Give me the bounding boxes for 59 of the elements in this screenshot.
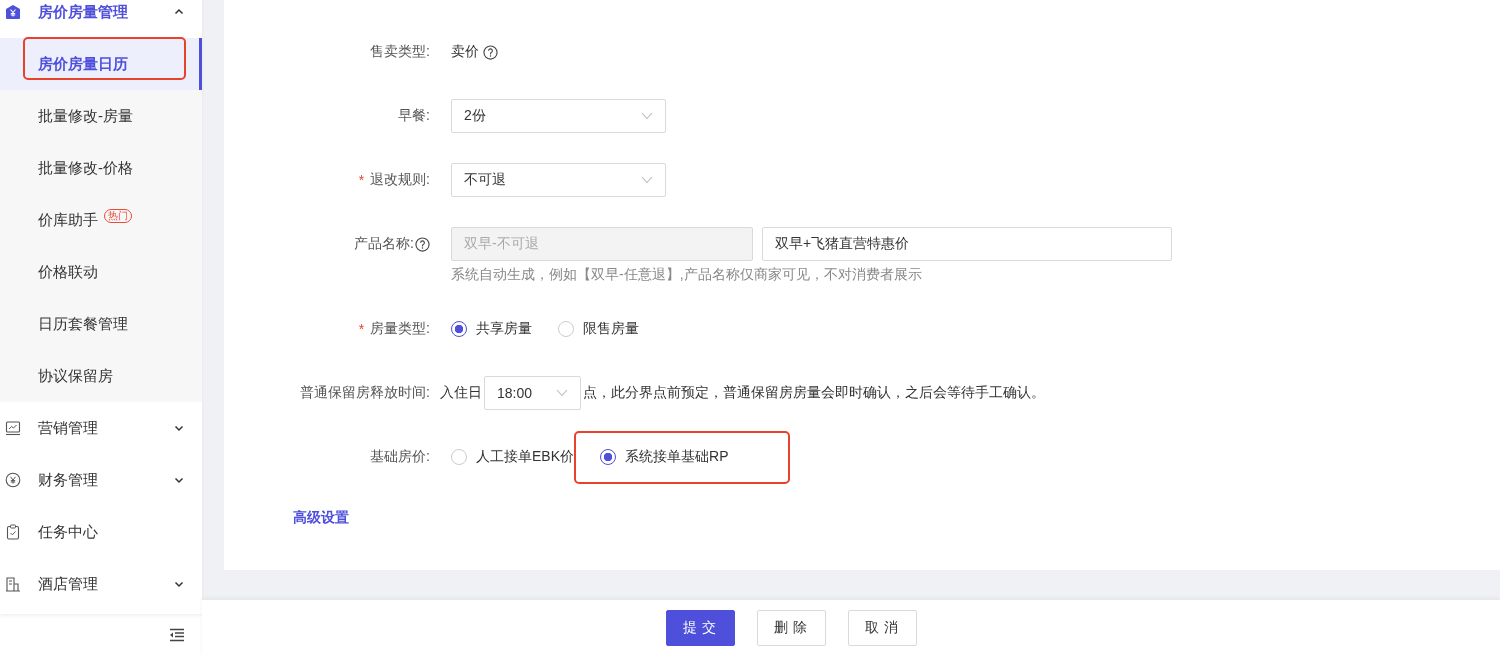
required-mark: *	[358, 172, 365, 188]
menu-item-label: 日历套餐管理	[38, 314, 128, 334]
radio-option[interactable]: 共享房量	[451, 312, 532, 346]
menu-item[interactable]: 房价房量日历	[0, 38, 202, 90]
chevron-up-icon	[174, 7, 184, 17]
time-select[interactable]: 18:00	[484, 376, 581, 410]
yen-circle-icon	[5, 472, 21, 488]
time-prefix: 入住日	[440, 384, 482, 402]
select-field[interactable]: 2份	[451, 99, 666, 133]
radio-option[interactable]: 系统接单基础RP	[574, 431, 791, 484]
menu-item[interactable]: 协议保留房	[0, 350, 202, 402]
menu-group[interactable]: 财务管理	[0, 454, 202, 506]
menu-item-label: 价库助手	[38, 210, 98, 230]
collapse-menu-icon[interactable]	[169, 628, 185, 642]
advanced-settings-link[interactable]: 高级设置	[293, 509, 349, 527]
action-button[interactable]: 删 除	[756, 610, 826, 646]
radio-button[interactable]	[451, 321, 467, 337]
field-hint: 系统自动生成，例如【双早-任意退】,产品名称仅商家可见，不对消费者展示	[451, 266, 923, 284]
radio-option[interactable]: 限售房量	[558, 312, 639, 346]
house-price-icon	[5, 4, 21, 20]
menu-item[interactable]: 批量修改-价格	[0, 142, 202, 194]
radio-option[interactable]: 人工接单EBK价	[451, 440, 574, 474]
clipboard-check-icon	[5, 524, 21, 540]
action-button[interactable]: 取 消	[847, 610, 917, 646]
chevron-down-icon	[174, 579, 184, 589]
field-label: 退改规则:	[370, 171, 430, 189]
menu-group[interactable]: 任务中心	[0, 506, 202, 558]
field-label: 房量类型:	[370, 320, 430, 338]
time-description: 点，此分界点前预定，普通保留房房量会即时确认，之后会等待手工确认。	[583, 384, 1045, 402]
field-label: 普通保留房释放时间:	[300, 384, 430, 402]
radio-button[interactable]	[600, 449, 616, 465]
auto-name-field: 双早-不可退	[451, 227, 753, 261]
chevron-down-icon	[174, 475, 184, 485]
menu-item-label: 价格联动	[38, 262, 98, 282]
menu-item[interactable]: 价库助手 热门	[0, 194, 202, 246]
menu-item-label: 批量修改-房量	[38, 106, 133, 126]
field-label: 早餐:	[398, 107, 430, 125]
menu-item[interactable]: 价格联动	[0, 246, 202, 298]
help-icon[interactable]	[483, 44, 498, 60]
chart-monitor-icon	[5, 420, 21, 436]
menu-item-label: 批量修改-价格	[38, 158, 133, 178]
submit-button[interactable]: 提 交	[665, 610, 735, 646]
menu-item[interactable]: 日历套餐管理	[0, 298, 202, 350]
sale-type-value: 卖价	[451, 43, 479, 61]
field-label: 售卖类型:	[370, 43, 430, 61]
menu-group[interactable]: 酒店管理	[0, 558, 202, 610]
menu-group[interactable]: 营销管理	[0, 402, 202, 454]
menu-item-label: 协议保留房	[38, 366, 113, 386]
menu-item[interactable]: 批量修改-房量	[0, 90, 202, 142]
menu-group[interactable]: 房价房量管理	[0, 0, 202, 38]
field-label: 产品名称:	[354, 235, 414, 253]
product-name-field[interactable]: 双早+飞猪直营特惠价	[762, 227, 1172, 261]
building-icon	[5, 576, 21, 592]
menu-item-label: 房价房量日历	[38, 54, 128, 74]
field-label: 基础房价:	[370, 448, 430, 466]
help-icon[interactable]	[415, 236, 430, 252]
required-mark: *	[358, 321, 365, 337]
chevron-down-icon	[174, 423, 184, 433]
select-field[interactable]: 不可退	[451, 163, 666, 197]
